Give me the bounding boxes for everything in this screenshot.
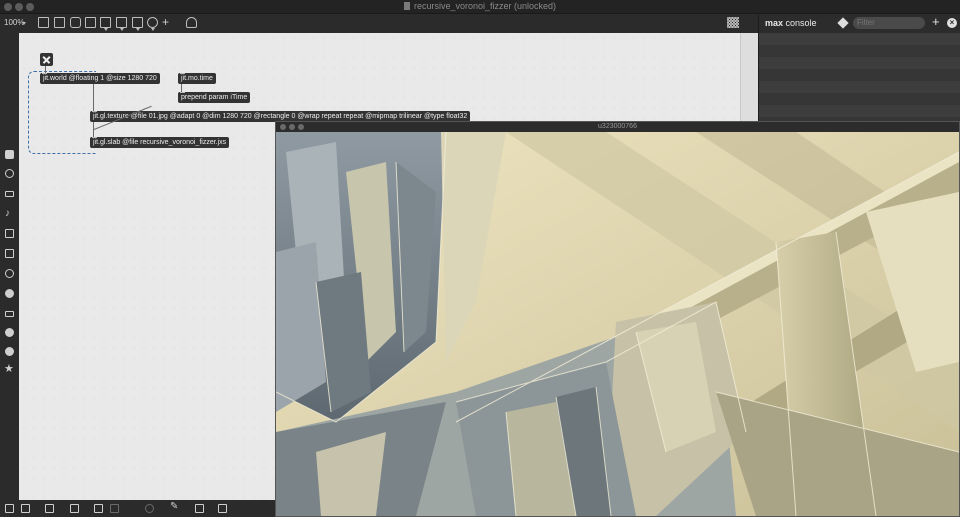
console-title: max console xyxy=(765,18,817,28)
render-output-image xyxy=(276,132,959,516)
window-icon[interactable] xyxy=(70,504,79,513)
console-clear-icon[interactable]: × xyxy=(947,18,957,28)
debug-icon[interactable] xyxy=(94,504,103,513)
paint-icon[interactable] xyxy=(186,17,197,28)
dial-icon[interactable] xyxy=(147,17,158,28)
console-title-rest: console xyxy=(785,18,817,28)
zoom-chevron-down-icon[interactable] xyxy=(22,22,26,25)
jit-mo-time-object[interactable]: jit.mo.time xyxy=(178,73,216,84)
piano-icon[interactable] xyxy=(195,504,204,513)
magic-wand-icon[interactable] xyxy=(145,504,154,513)
image-icon[interactable] xyxy=(5,249,14,258)
presentation-mode-icon[interactable] xyxy=(45,504,54,513)
comment-icon[interactable] xyxy=(70,17,81,28)
left-sidebar: ♪ ★ xyxy=(0,33,19,500)
prepend-object[interactable]: prepend param iTime xyxy=(178,92,251,103)
console-title-bold: max xyxy=(765,18,784,28)
toggle-object[interactable] xyxy=(40,53,53,66)
help-icon[interactable] xyxy=(5,328,14,337)
message-icon[interactable] xyxy=(85,17,96,28)
toggle-chevron-down-icon[interactable] xyxy=(136,28,140,31)
jit-gl-slab-object[interactable]: jit.gl.slab @file recursive_voronoi_fizz… xyxy=(90,137,230,148)
patch-cord[interactable] xyxy=(181,84,182,92)
window-title: recursive_voronoi_fizzer (unlocked) xyxy=(0,1,960,11)
link-icon[interactable] xyxy=(5,269,14,278)
object-chevron-down-icon[interactable] xyxy=(104,28,108,31)
add-icon[interactable]: + xyxy=(162,15,169,29)
title-bar: recursive_voronoi_fizzer (unlocked) xyxy=(0,0,960,14)
console-filter-input[interactable] xyxy=(853,17,925,29)
button-chevron-down-icon[interactable] xyxy=(120,28,124,31)
console-add-icon[interactable]: + xyxy=(932,14,940,29)
io-icon[interactable] xyxy=(5,311,14,317)
diamond-icon[interactable] xyxy=(837,17,849,29)
patch-cord[interactable] xyxy=(45,66,46,73)
object-icon[interactable] xyxy=(100,17,111,28)
grid-icon[interactable] xyxy=(727,17,739,28)
voronoi-render-graphic xyxy=(276,132,959,516)
favorites-star-icon[interactable]: ★ xyxy=(4,362,14,375)
info-icon[interactable] xyxy=(5,347,14,356)
jit-world-object[interactable]: jit.world @floating 1 @size 1280 720 xyxy=(40,73,160,84)
package-icon[interactable] xyxy=(5,150,14,159)
max-app: recursive_voronoi_fizzer (unlocked) 100%… xyxy=(0,0,960,517)
console-header: max console + × xyxy=(759,14,960,33)
patcher-icon[interactable] xyxy=(54,17,65,28)
grid-snap-icon[interactable] xyxy=(110,504,119,513)
jitter-render-window[interactable]: u323000766 xyxy=(275,121,960,517)
wrench-icon[interactable]: ✎ xyxy=(170,501,178,512)
edit-mode-icon[interactable] xyxy=(21,504,30,513)
sequence-icon[interactable] xyxy=(5,229,14,238)
dial-chevron-down-icon[interactable] xyxy=(151,28,155,31)
toggle-icon[interactable] xyxy=(132,17,143,28)
document-icon xyxy=(403,2,410,10)
video-icon[interactable] xyxy=(5,191,14,197)
presentation-icon[interactable] xyxy=(38,17,49,28)
window-title-text: recursive_voronoi_fizzer (unlocked) xyxy=(413,1,557,11)
audio-icon[interactable]: ♪ xyxy=(5,208,10,219)
target-icon[interactable] xyxy=(5,169,14,178)
plugin-icon[interactable] xyxy=(5,289,14,298)
patch-cord[interactable] xyxy=(93,84,94,113)
render-window-title: u323000766 xyxy=(598,123,637,130)
render-window-title-bar[interactable]: u323000766 xyxy=(276,122,959,132)
lock-icon[interactable] xyxy=(5,504,14,513)
dsp-icon[interactable] xyxy=(218,504,227,513)
button-icon[interactable] xyxy=(116,17,127,28)
patcher-toolbar: 100% + xyxy=(0,14,758,33)
